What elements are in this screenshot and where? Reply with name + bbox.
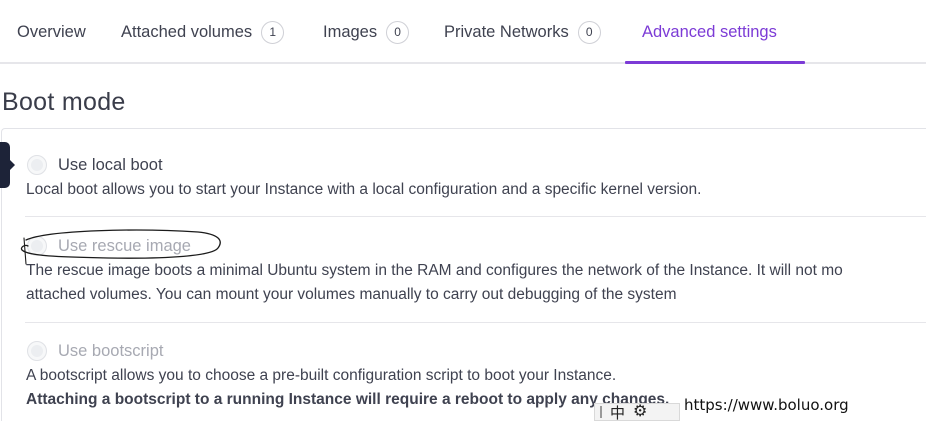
grip-icon[interactable] <box>600 406 602 418</box>
local-boot-radio[interactable] <box>27 155 47 175</box>
option-local-boot[interactable]: Use local boot Local boot allows you to … <box>26 153 926 201</box>
count-badge: 0 <box>386 20 410 44</box>
tab-label: Advanced settings <box>642 22 777 41</box>
count-badge: 1 <box>261 20 285 44</box>
bootscript-radio[interactable] <box>27 341 47 361</box>
option-label: Use local boot <box>58 155 163 174</box>
tab-attached-volumes[interactable]: Attached volumes 1 <box>121 0 285 64</box>
option-rescue-image[interactable]: Use rescue image The rescue image boots … <box>26 234 926 306</box>
gear-icon[interactable]: ⚙ <box>633 404 647 420</box>
section-title: Boot mode <box>2 88 126 116</box>
tab-label: Attached volumes <box>121 22 253 41</box>
watermark-url: https://www.boluo.org <box>684 396 849 414</box>
option-divider <box>25 216 926 217</box>
ime-mode-indicator[interactable]: 中 <box>610 402 625 421</box>
option-label: Use bootscript <box>58 341 164 360</box>
tab-overview[interactable]: Overview <box>17 0 86 64</box>
option-description: attached volumes. You can mount your vol… <box>26 286 677 303</box>
tab-label: Private Networks <box>444 22 569 41</box>
tab-advanced-settings[interactable]: Advanced settings <box>642 0 777 64</box>
option-label: Use rescue image <box>58 236 191 255</box>
rescue-image-radio[interactable] <box>27 236 47 256</box>
tab-private-networks[interactable]: Private Networks 0 <box>444 0 601 64</box>
tab-label: Overview <box>17 22 86 41</box>
tab-images[interactable]: Images 0 <box>323 0 410 64</box>
selection-marker <box>0 142 15 188</box>
tab-bar: Overview Attached volumes 1 Images 0 Pri… <box>0 0 926 64</box>
tab-label: Images <box>323 22 378 41</box>
count-badge: 0 <box>577 20 601 44</box>
option-description: A bootscript allows you to choose a pre-… <box>26 367 617 384</box>
option-divider <box>25 322 926 323</box>
option-description: The rescue image boots a minimal Ubuntu … <box>26 262 843 279</box>
ime-toolbar[interactable]: 中 ⚙ <box>594 403 680 421</box>
option-description: Local boot allows you to start your Inst… <box>26 181 702 198</box>
active-tab-indicator <box>625 61 805 64</box>
